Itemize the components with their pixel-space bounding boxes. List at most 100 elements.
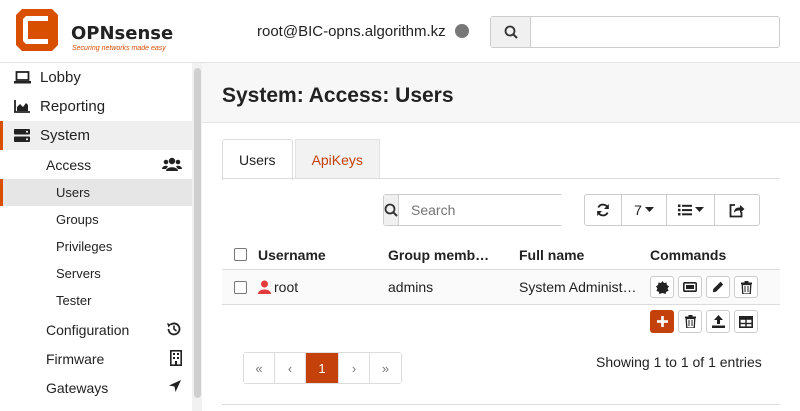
grid-toolbar: 7 [584,194,760,226]
sidebar-item-label: Tester [56,293,92,308]
sidebar-item-gateways[interactable]: Gateways [0,373,192,402]
column-header-full-name[interactable]: Full name [519,240,584,269]
list-icon [677,204,692,216]
certificate-icon [655,280,669,294]
sidebar-item-tester[interactable]: Tester [0,287,192,314]
row-checkbox[interactable] [234,270,247,304]
sidebar-item-lobby[interactable]: Lobby [0,63,192,92]
tab-apikeys[interactable]: ApiKeys [294,139,380,179]
certificate-button[interactable] [650,276,674,298]
column-header-username[interactable]: Username [258,240,326,269]
grid-search [383,194,604,226]
search-icon[interactable] [491,17,531,47]
prev-page-button[interactable]: ‹ [275,353,306,383]
username-value: root [274,279,299,295]
page-size-value: 7 [634,202,642,218]
opnsense-logo[interactable]: OPNsense Securing networks made easy [14,7,174,55]
pagination: « ‹ 1 › » [243,352,402,384]
brand-tagline: Securing networks made easy [72,45,166,52]
full-name-cell: System Administ… [519,279,637,295]
edit-button[interactable] [706,276,730,298]
export-button[interactable] [715,195,759,225]
sidebar-item-servers[interactable]: Servers [0,260,192,287]
sidebar-item-label: System [40,127,91,144]
next-page-button[interactable]: › [339,353,370,383]
page-1-button[interactable]: 1 [306,353,339,383]
sidebar-item-label: Users [56,185,90,200]
export-table-button[interactable] [734,310,758,333]
panel-bottom-divider [222,404,780,405]
top-bar: OPNsense Securing networks made easy roo… [0,0,800,63]
share-square-icon [729,203,745,217]
server-icon [14,129,32,142]
user-icon [258,280,271,294]
caret-down-icon [644,207,654,212]
logo-mark-icon [16,9,58,51]
entries-info: Showing 1 to 1 of 1 entries [596,354,762,370]
column-header-commands: Commands [650,246,727,263]
pencil-icon [712,281,724,293]
sidebar-item-label: Firmware [46,350,105,367]
caret-down-icon [694,207,704,212]
tab-divider [222,178,780,179]
ticket-icon [683,282,697,292]
delete-button[interactable] [734,276,758,298]
area-chart-icon [14,100,32,113]
sidebar-item-label: Servers [56,266,101,281]
global-search-input[interactable] [531,17,779,47]
grid-header-row: Username Group memb… Full name Commands [222,240,780,270]
column-header-groups[interactable]: Group memb… [388,240,498,269]
sidebar-item-label: Reporting [40,98,106,115]
trash-icon [740,280,752,294]
tab-bar: Users ApiKeys [222,139,380,180]
sidebar-item-label: Access [46,156,92,173]
sidebar-item-privileges[interactable]: Privileges [0,233,192,260]
refresh-icon [597,203,609,217]
first-page-button[interactable]: « [244,353,275,383]
add-user-button[interactable] [650,310,674,333]
sidebar-item-users[interactable]: Users [0,179,192,206]
delete-selected-button[interactable] [678,310,702,333]
username-cell: root [258,270,298,304]
sidebar-item-firmware[interactable]: Firmware [0,344,192,373]
page-title: System: Access: Users [222,84,454,107]
sidebar-item-label: Groups [56,212,99,227]
table-row[interactable]: root admins System Administ… [222,270,780,305]
sidebar-item-access[interactable]: Access [0,150,192,179]
user-host-label[interactable]: root@BIC-opns.algorithm.kz [257,23,446,40]
last-page-button[interactable]: » [370,353,401,383]
brand-name: OPNsense [71,23,174,44]
plus-icon [656,316,668,327]
select-all-checkbox[interactable] [234,240,247,269]
sidebar-item-reporting[interactable]: Reporting [0,92,192,121]
sidebar-item-configuration[interactable]: Configuration [0,315,192,344]
sidebar-item-label: Lobby [40,69,81,86]
table-icon [739,315,753,328]
column-select-dropdown[interactable] [667,195,715,225]
upload-icon [711,315,725,328]
history-icon [166,321,182,340]
sidebar-scroll-thumb[interactable] [194,68,201,398]
status-indicator [455,24,469,38]
commands-cell [650,270,762,304]
import-button[interactable] [706,310,730,333]
trash-icon [684,315,696,328]
sidebar-item-label: Privileges [56,239,113,254]
users-icon [162,156,182,175]
groups-cell: admins [388,279,434,295]
sidebar-item-system[interactable]: System [0,121,192,150]
laptop-icon [14,71,32,84]
sidebar-item-label: Configuration [46,321,130,338]
tab-users[interactable]: Users [222,139,293,180]
otp-button[interactable] [678,276,702,298]
sidebar-item-label: Gateways [46,379,109,396]
sidebar-item-groups[interactable]: Groups [0,206,192,233]
search-icon[interactable] [384,195,399,225]
grid-search-input[interactable] [399,195,604,225]
global-search [490,16,780,48]
refresh-button[interactable] [585,195,622,225]
building-icon [170,350,182,369]
location-arrow-icon [168,379,182,396]
grid-footer-actions [650,310,762,333]
page-size-dropdown[interactable]: 7 [622,195,667,225]
